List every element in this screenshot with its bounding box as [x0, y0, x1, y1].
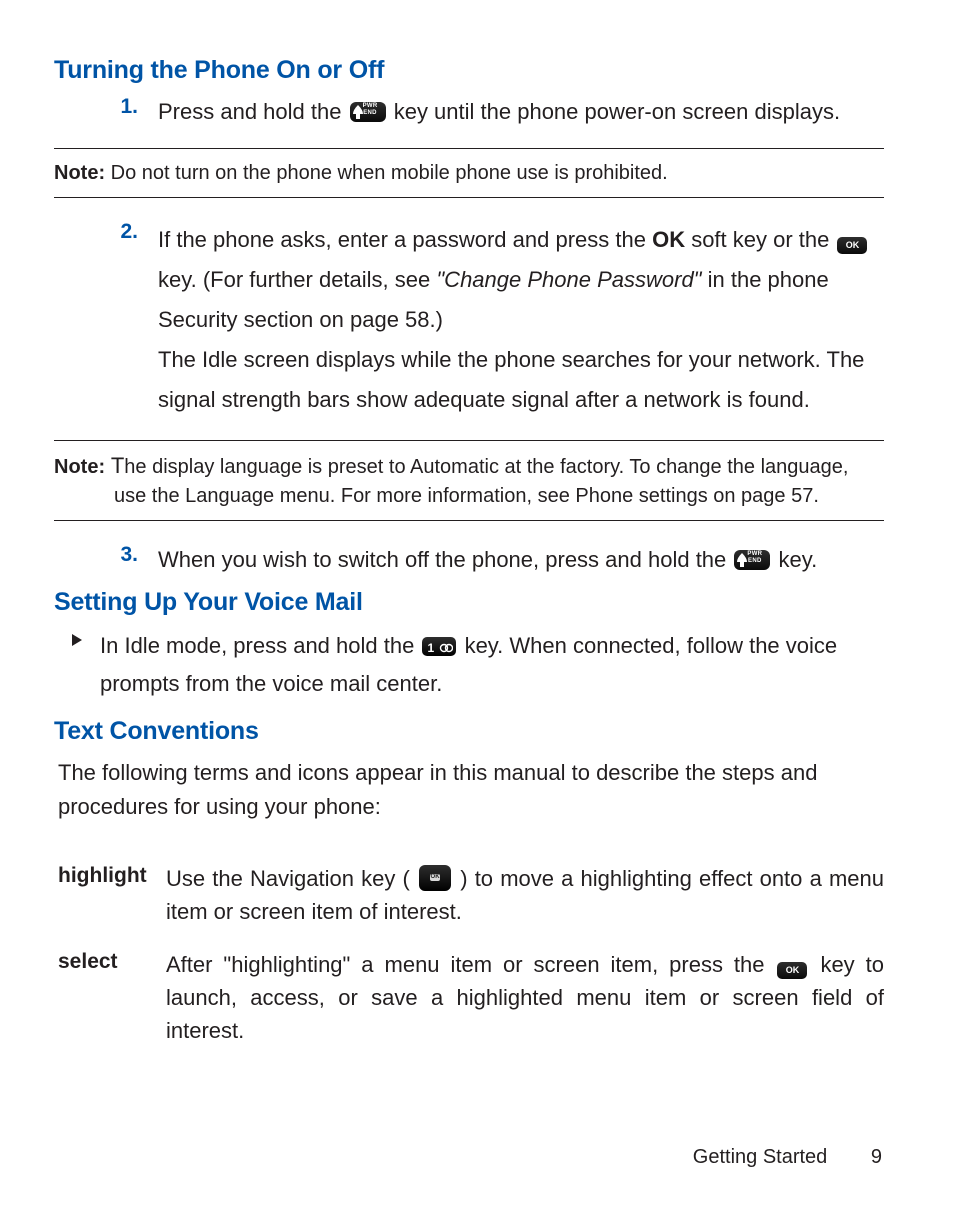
term-highlight: highlight	[58, 862, 166, 928]
ok-key-icon-2: OK	[777, 962, 807, 979]
pwr-end-key-icon: PWREND	[350, 102, 386, 122]
step-2-ref: "Change Phone Password"	[436, 267, 701, 292]
navigation-key-ok-label: OK	[430, 874, 440, 881]
term-highlight-row: highlight Use the Navigation key ( OK ) …	[58, 862, 884, 928]
footer-section: Getting Started	[693, 1146, 828, 1168]
step-1: 1. Press and hold the PWREND key until t…	[54, 95, 884, 128]
text-conventions-intro-p: The following terms and icons appear in …	[54, 756, 884, 824]
note-1-text: Do not turn on the phone when mobile pho…	[105, 162, 668, 184]
step-2-text-c: key. (For further details, see	[158, 267, 436, 292]
note-label: Note:	[54, 162, 105, 184]
heading-power: Turning the Phone On or Off	[54, 56, 884, 85]
voicemail-text-a: In Idle mode, press and hold the	[100, 633, 420, 658]
note-box-1: Note: Do not turn on the phone when mobi…	[54, 148, 884, 198]
heading-text-conventions: Text Conventions	[54, 717, 884, 746]
navigation-key-icon: OK	[419, 865, 451, 891]
step-2-text-b: soft key or the	[685, 227, 835, 252]
triangle-bullet-icon	[70, 627, 100, 652]
note-label-2: Note:	[54, 456, 105, 478]
pwr-end-key-icon-2: PWREND	[734, 550, 770, 570]
term-list: highlight Use the Navigation key ( OK ) …	[54, 862, 884, 1047]
note-2-text-b: he display language is preset to Automat…	[114, 456, 848, 507]
step-3-text-b: key.	[779, 547, 818, 572]
note-box-2: Note: The display language is preset to …	[54, 440, 884, 521]
text-conventions-intro: The following terms and icons appear in …	[54, 756, 884, 824]
step-1-number: 1.	[98, 95, 138, 119]
term-select-row: select After "highlighting" a menu item …	[58, 948, 884, 1047]
step-2-text-a: If the phone asks, enter a password and …	[158, 227, 652, 252]
page: Turning the Phone On or Off 1. Press and…	[0, 0, 954, 1209]
heading-voicemail: Setting Up Your Voice Mail	[54, 588, 884, 617]
step-2: 2. If the phone asks, enter a password a…	[54, 220, 884, 420]
ok-softkey-label: OK	[652, 227, 685, 252]
term-select-def-a: After "highlighting" a menu item or scre…	[166, 952, 775, 977]
step-3: 3. When you wish to switch off the phone…	[54, 543, 884, 576]
step-3-text-a: When you wish to switch off the phone, p…	[158, 547, 732, 572]
step-3-number: 3.	[98, 543, 138, 567]
step-1-text-b: key until the phone power-on screen disp…	[394, 99, 840, 124]
step-1-text-a: Press and hold the	[158, 99, 348, 124]
term-select: select	[58, 948, 166, 1047]
term-highlight-def-a: Use the Navigation key (	[166, 866, 417, 891]
footer-page-number: 9	[871, 1146, 882, 1169]
one-key-icon: 1	[422, 637, 456, 656]
page-footer: Getting Started 9	[693, 1146, 882, 1169]
voicemail-bullet: In Idle mode, press and hold the 1 key. …	[54, 627, 884, 703]
step-2-number: 2.	[98, 220, 138, 244]
ok-key-icon: OK	[837, 237, 867, 254]
note-2-text-a: T	[105, 453, 124, 478]
step-2-paragraph-2: The Idle screen displays while the phone…	[158, 340, 884, 420]
